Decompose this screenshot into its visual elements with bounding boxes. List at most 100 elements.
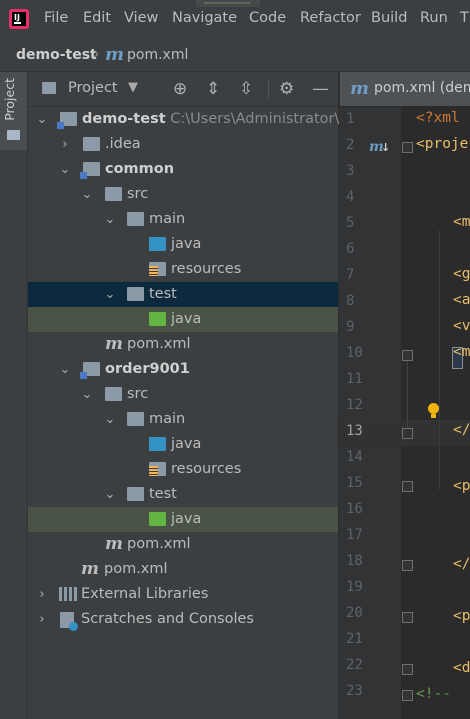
tree-row-test[interactable]: ⌄ test [28, 282, 338, 307]
line-number: 4 [346, 189, 355, 205]
fold-marker-icon[interactable] [402, 690, 413, 701]
menu-run[interactable]: Run [420, 10, 448, 26]
collapse-all-icon[interactable]: ⇳ [239, 79, 253, 99]
source-folder-icon [149, 237, 166, 251]
code-line-23: <!-- [416, 686, 451, 702]
fold-marker-icon[interactable] [402, 428, 413, 439]
test-folder-icon [149, 512, 166, 526]
code-line-2: <proje [416, 136, 469, 152]
fold-marker-icon[interactable] [402, 664, 413, 675]
menu-view[interactable]: View [124, 10, 158, 26]
tree-row-external-libraries[interactable]: › External Libraries [28, 582, 338, 607]
tree-label: main [149, 211, 186, 227]
folder-icon [105, 187, 122, 201]
breadcrumb-file[interactable]: pom.xml [127, 47, 188, 63]
tree-label: pom.xml [127, 536, 191, 552]
toolbar-divider [268, 80, 269, 98]
tree-row-demo-test[interactable]: ⌄ demo-test C:\Users\Administrator\De [28, 107, 359, 132]
line-number: 2 [346, 137, 355, 153]
menu-navigate[interactable]: Navigate [172, 10, 237, 26]
indent-guide [439, 230, 440, 490]
tree-row-idea[interactable]: › .idea [28, 132, 338, 157]
minimize-icon[interactable]: — [312, 79, 329, 99]
project-panel-title[interactable]: Project [68, 80, 118, 96]
chevron-right-icon[interactable]: › [56, 132, 74, 157]
tree-row-main[interactable]: ⌄ main [28, 207, 338, 232]
tree-label: test [149, 286, 177, 302]
editor-tab-pom[interactable]: m pom.xml (dem [340, 72, 470, 106]
folder-icon [127, 287, 144, 301]
fold-marker-icon[interactable] [402, 612, 413, 623]
expand-all-icon[interactable]: ⇕ [206, 79, 220, 99]
tree-row-pom[interactable]: m pom.xml [28, 532, 338, 557]
tree-row-common[interactable]: ⌄ common [28, 157, 338, 182]
gear-icon[interactable]: ⚙ [279, 79, 294, 99]
chevron-down-icon[interactable]: ⌄ [101, 407, 119, 432]
project-tool-tab[interactable]: Project [0, 72, 27, 150]
menu-refactor[interactable]: Refactor [300, 10, 361, 26]
chevron-down-icon[interactable]: ⌄ [56, 357, 74, 382]
breadcrumb-separator-icon: › [93, 44, 100, 63]
chevron-down-icon[interactable]: ⌄ [101, 482, 119, 507]
locate-file-icon[interactable]: ⊕ [173, 79, 187, 99]
fold-marker-icon[interactable] [402, 350, 413, 361]
fold-marker-icon[interactable] [402, 142, 413, 153]
menu-tools[interactable]: T [460, 10, 469, 26]
tree-row-resources[interactable]: resources [28, 257, 338, 282]
menu-edit[interactable]: Edit [83, 10, 111, 26]
tree-label: test [149, 486, 177, 502]
tree-row-scratches[interactable]: › Scratches and Consoles [28, 607, 338, 632]
chevron-down-icon[interactable]: ⌄ [78, 382, 96, 407]
line-number: 22 [346, 657, 363, 673]
tree-row-java[interactable]: java [28, 232, 338, 257]
chevron-down-icon[interactable]: ⌄ [101, 282, 119, 307]
editor-tab-bar: m pom.xml (dem [339, 72, 470, 106]
fold-marker-icon[interactable] [402, 481, 413, 492]
line-number: 10 [346, 345, 363, 361]
tree-row-src[interactable]: ⌄ src [28, 182, 338, 207]
tree-row-root-pom[interactable]: m pom.xml [28, 557, 338, 582]
fold-marker-icon[interactable] [402, 560, 413, 571]
tree-label: resources [171, 261, 242, 277]
menu-build[interactable]: Build [371, 10, 407, 26]
project-view-icon [42, 82, 56, 94]
tree-label: demo-test [82, 111, 166, 127]
tree-row-resources[interactable]: resources [28, 457, 338, 482]
chevron-right-icon[interactable]: › [33, 607, 51, 632]
maven-file-icon: m [105, 44, 125, 65]
chevron-down-icon[interactable]: ⌄ [78, 182, 96, 207]
tree-row-order9001[interactable]: ⌄ order9001 [28, 357, 338, 382]
menu-file[interactable]: File [44, 10, 68, 26]
code-line-13: </ [453, 422, 470, 438]
tree-row-test-java[interactable]: java [28, 307, 338, 332]
folder-icon [105, 387, 122, 401]
left-tool-strip [0, 72, 28, 719]
chevron-down-icon[interactable]: ⌄ [101, 207, 119, 232]
tree-row-pom[interactable]: m pom.xml [28, 332, 338, 357]
tree-row-test[interactable]: ⌄ test [28, 482, 338, 507]
module-folder-icon [80, 162, 100, 179]
maven-gutter-icon[interactable]: m ↓ [369, 139, 390, 155]
lightbulb-icon[interactable] [428, 403, 439, 418]
arrow-down-icon: ↓ [381, 141, 391, 154]
module-folder-icon [57, 112, 77, 129]
maven-file-icon: m [81, 559, 99, 579]
tree-row-test-java[interactable]: java [28, 507, 338, 532]
chevron-down-icon[interactable]: ⌄ [33, 107, 51, 132]
tree-row-src[interactable]: ⌄ src [28, 382, 338, 407]
module-folder-icon [80, 362, 100, 379]
chevron-down-icon[interactable]: ⌄ [56, 157, 74, 182]
breadcrumb-project[interactable]: demo-test [16, 47, 97, 63]
tree-label: .idea [105, 136, 141, 152]
resources-folder-icon [149, 462, 166, 476]
line-number: 18 [346, 553, 363, 569]
tree-row-java[interactable]: java [28, 432, 338, 457]
tree-row-main[interactable]: ⌄ main [28, 407, 338, 432]
chevron-down-icon[interactable]: ▼ [128, 80, 138, 95]
chevron-right-icon[interactable]: › [33, 582, 51, 607]
intellij-logo-icon: IJ [9, 9, 29, 29]
menu-code[interactable]: Code [249, 10, 286, 26]
scratches-icon [60, 612, 78, 631]
line-number: 9 [346, 319, 355, 335]
title-decoration [196, 0, 260, 7]
